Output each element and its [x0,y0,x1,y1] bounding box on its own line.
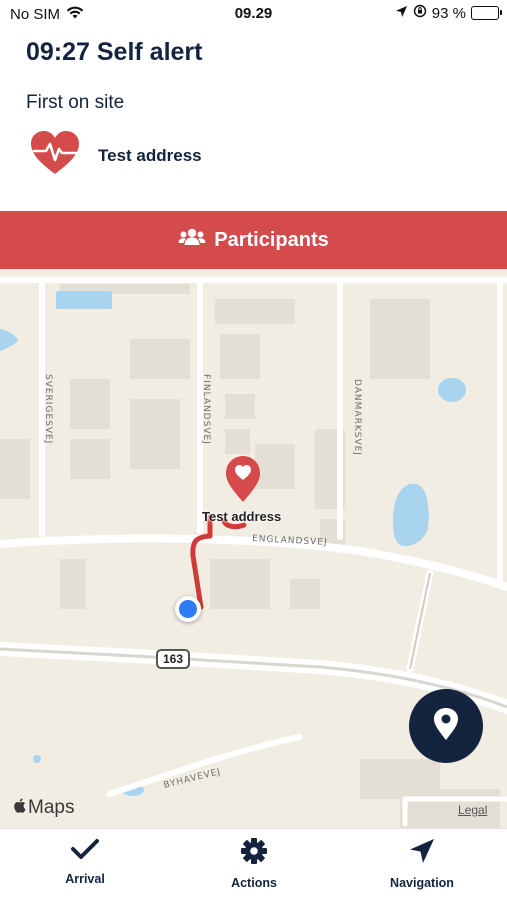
street-label-sverigesvej: SVERIGESVEJ [43,374,53,445]
participants-button[interactable]: Participants [0,211,507,269]
user-location-dot [175,596,201,622]
gear-icon [240,837,268,870]
heart-pulse-icon [30,130,80,181]
tab-navigation[interactable]: Navigation [352,837,492,890]
battery-icon [471,6,502,20]
bottom-tab-bar: Arrival Actions Navigation [0,828,507,900]
tab-arrival-label: Arrival [65,872,105,886]
users-group-icon [178,227,206,253]
location-arrow-icon [395,5,408,22]
legal-link[interactable]: Legal [458,803,487,817]
orientation-lock-icon [413,4,427,22]
tab-actions[interactable]: Actions [184,837,324,890]
status-right: 93 % [395,4,502,22]
tab-actions-label: Actions [231,876,277,890]
road-number-shield: 163 [156,649,191,669]
map-location-button[interactable] [409,689,483,763]
alert-title: 09:27 Self alert [26,38,203,66]
navigation-arrow-icon [408,837,436,870]
street-label-finlandsvej: FINLANDSVEJ [201,374,211,445]
street-label-danmarksvej: DANMARKSVEJ [352,379,362,456]
destination-pin [226,456,260,502]
participants-label: Participants [214,228,329,251]
tab-navigation-label: Navigation [390,876,454,890]
destination-label: Test address [202,509,282,524]
tab-arrival[interactable]: Arrival [15,837,155,886]
map-pin-icon [433,707,459,746]
map-view[interactable]: SVERIGESVEJ FINLANDSVEJ DANMARKSVEJ ENGL… [0,269,507,828]
address-row: Test address [30,130,202,181]
apple-logo-icon [13,797,26,819]
alert-subtitle: First on site [26,92,125,113]
maps-attribution-label: Maps [28,797,75,818]
checkmark-icon [70,837,100,866]
battery-percent: 93 % [431,4,466,22]
maps-attribution[interactable]: Maps [13,797,74,819]
status-bar: No SIM 09.29 93 % [0,0,507,30]
address-label: Test address [98,145,202,165]
